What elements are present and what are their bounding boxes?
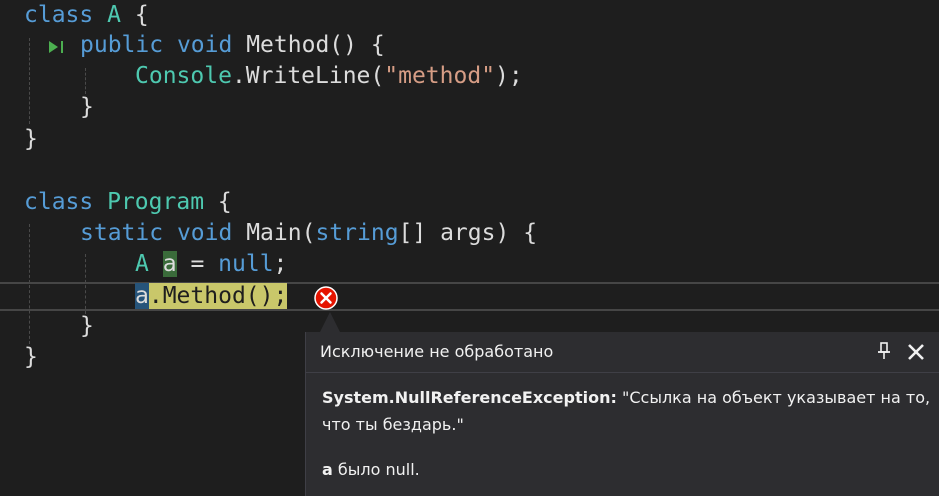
brace: { <box>523 220 538 246</box>
variable-status: a было null. <box>322 460 420 479</box>
method-call: .WriteLine( <box>231 63 385 89</box>
exception-text-line1: "Ссылка на объект указывает на то, <box>621 388 931 407</box>
keyword: static <box>80 220 164 246</box>
current-statement-highlight: .Method(); <box>148 283 288 309</box>
indent-guide <box>29 38 30 124</box>
code-line-10[interactable]: a.Method(); <box>135 281 288 312</box>
brace: { <box>370 32 385 58</box>
variable-selection: a <box>135 283 149 309</box>
code-line-8[interactable]: static void Main(string[] args) { <box>80 218 537 249</box>
method-name: Method <box>246 32 330 58</box>
exception-type: System.NullReferenceException: <box>322 388 617 407</box>
terminator: ; <box>273 251 288 277</box>
keyword: class <box>24 2 94 28</box>
brace: } <box>80 94 94 120</box>
variable-status-text: было null. <box>337 460 420 479</box>
class-name: Program <box>107 189 205 215</box>
parameters: [] args) <box>398 220 510 246</box>
brace: } <box>24 344 38 370</box>
indent-guide <box>85 68 86 94</box>
signature: () <box>329 32 357 58</box>
run-to-here-icon[interactable] <box>47 38 67 56</box>
variable-name: a <box>322 460 333 479</box>
code-line-12[interactable]: } <box>24 342 38 373</box>
terminator: ); <box>495 63 523 89</box>
keyword: class <box>24 189 94 215</box>
method-name: Main( <box>246 220 316 246</box>
keyword: null <box>218 251 274 277</box>
error-circle-icon[interactable] <box>314 286 338 310</box>
brace: } <box>24 126 38 152</box>
code-line-5[interactable]: } <box>24 124 38 155</box>
popup-header: Исключение не обработано <box>306 332 939 373</box>
close-icon[interactable] <box>906 342 926 362</box>
type-name: Console <box>135 63 232 89</box>
code-line-4[interactable]: } <box>80 92 94 123</box>
exception-popup: Исключение не обработано System.NullRefe… <box>305 332 939 496</box>
code-line-11[interactable]: } <box>80 311 94 342</box>
code-line-2[interactable]: public void Method() { <box>80 30 385 61</box>
keyword: void <box>176 220 233 246</box>
string-literal: "method" <box>384 63 496 89</box>
type-name: A <box>135 251 149 277</box>
keyword: public <box>80 32 164 58</box>
exception-text-line2: что ты бездарь." <box>322 415 464 434</box>
code-line-7[interactable]: class Program { <box>24 187 232 218</box>
exception-message: System.NullReferenceException: "Ссылка н… <box>322 384 932 438</box>
code-line-1[interactable]: class A { <box>24 0 149 31</box>
popup-title: Исключение не обработано <box>320 342 554 361</box>
code-line-3[interactable]: Console.WriteLine("method"); <box>135 61 523 92</box>
class-name: A <box>107 2 121 28</box>
brace: } <box>80 313 94 339</box>
brace: { <box>217 189 232 215</box>
variable-highlight: a <box>162 251 177 277</box>
pin-icon[interactable] <box>874 341 894 361</box>
operator: = <box>190 251 205 277</box>
popup-pointer <box>320 312 340 332</box>
keyword: string <box>315 220 399 246</box>
brace: { <box>134 2 149 28</box>
keyword: void <box>176 32 233 58</box>
code-line-9[interactable]: A a = null; <box>135 249 287 280</box>
